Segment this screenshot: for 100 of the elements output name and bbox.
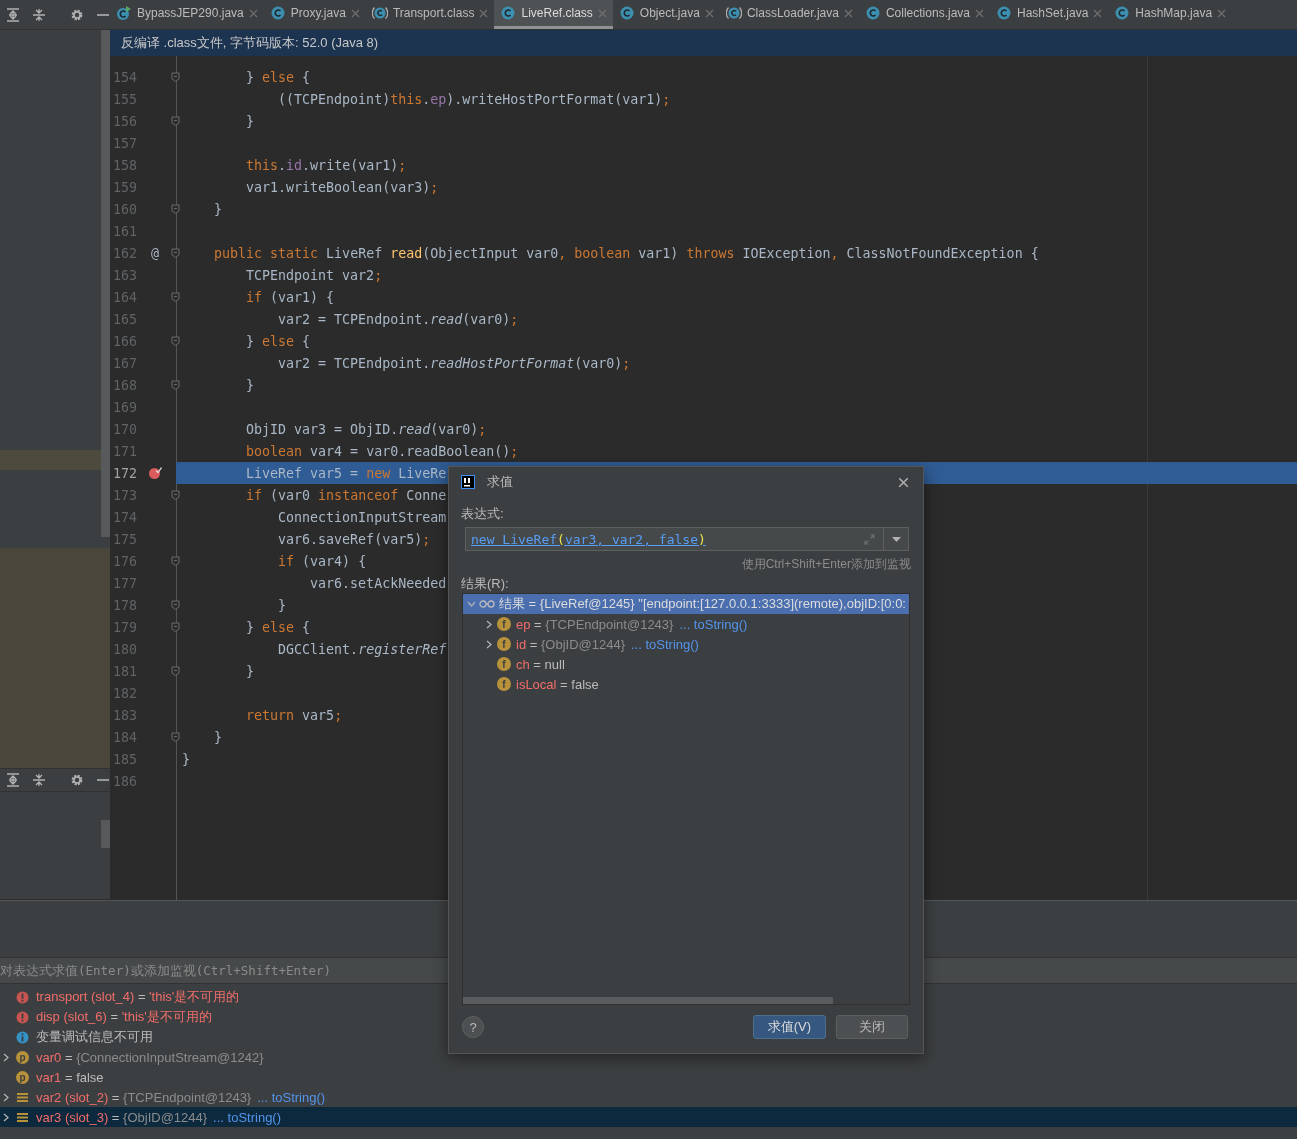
tostring-link[interactable]: ... toString() (213, 1109, 282, 1125)
fold-icon[interactable] (170, 600, 180, 610)
close-tab-icon[interactable] (350, 8, 360, 18)
close-icon[interactable] (898, 476, 909, 488)
line-number: 180 (111, 641, 138, 657)
variable-text: var3 (slot_3) = {ObjID@1244} (36, 1109, 208, 1125)
variable-row[interactable]: var2 (slot_2) = {TCPEndpoint@1243} ... toString() (0, 1087, 330, 1107)
line-number: 179 (111, 619, 138, 635)
editor-tab[interactable]: LiveRef.class (494, 0, 613, 29)
scrollbar-thumb[interactable] (101, 820, 110, 848)
dialog-title: 求值 (487, 473, 514, 491)
info-icon (16, 1030, 29, 1044)
code-line: } else { (245, 619, 311, 635)
fold-icon[interactable] (170, 336, 180, 346)
fold-icon[interactable] (170, 732, 180, 742)
line-number: 162 (111, 245, 138, 261)
result-label: 结果(R): (460, 575, 510, 593)
expand-icon[interactable] (863, 533, 875, 545)
dropdown-icon[interactable] (891, 536, 901, 542)
close-button[interactable]: 关闭 (836, 1015, 908, 1039)
code-line: } (245, 377, 255, 393)
fold-icon[interactable] (170, 248, 180, 258)
info-message: 变量调试信息不可用 (36, 1028, 153, 1046)
close-tab-icon[interactable] (975, 8, 984, 18)
editor-tab[interactable]: Object.java (612, 0, 720, 29)
collapse-all-icon[interactable] (32, 7, 46, 22)
expression-field[interactable]: new LiveRef(var3, var2, false) (465, 527, 909, 551)
tostring-link[interactable]: ... toString() (631, 636, 699, 652)
line-number: 160 (111, 201, 138, 217)
tree-row[interactable]: f ch = null (463, 654, 909, 674)
fold-icon[interactable] (170, 556, 180, 566)
breakpoint-icon[interactable] (148, 466, 162, 480)
editor-tab[interactable]: HashMap.java (1108, 0, 1233, 29)
code-line: return var5; (245, 707, 343, 723)
hint-text: 使用Ctrl+Shift+Enter添加到监视 (740, 556, 912, 571)
variable-row[interactable]: disp (slot_6) = 'this'是不可用的 (0, 1007, 216, 1027)
tostring-link[interactable]: ... toString() (257, 1089, 326, 1105)
settings-icon[interactable] (70, 773, 84, 787)
code-line: DGCClient.registerRef (277, 641, 447, 657)
fold-icon[interactable] (170, 666, 180, 676)
line-number: 183 (111, 707, 138, 723)
editor-tab[interactable]: BypassJEP290.java (110, 0, 264, 29)
editor-tab[interactable]: Proxy.java (263, 0, 366, 29)
close-tab-icon[interactable] (479, 8, 489, 18)
variable-row[interactable]: var3 (slot_3) = {ObjID@1244} ... toString() (0, 1107, 1297, 1127)
fold-icon[interactable] (170, 204, 180, 214)
expand-all-icon[interactable] (6, 773, 20, 787)
expand-all-icon[interactable] (6, 7, 20, 22)
tree-row[interactable]: f isLocal = false (463, 674, 909, 694)
field-text: isLocal = false (516, 676, 599, 692)
glasses-icon (479, 600, 495, 608)
error-icon (16, 990, 29, 1004)
close-tab-icon[interactable] (843, 8, 853, 18)
line-number: 169 (111, 399, 138, 415)
editor-tab[interactable]: ClassLoader.java (719, 0, 859, 29)
line-number: 164 (111, 289, 138, 305)
settings-icon[interactable] (70, 7, 84, 22)
code-line: var2 = TCPEndpoint.read(var0); (277, 311, 519, 327)
parameter-badge: p (16, 1050, 29, 1064)
fold-icon[interactable] (170, 72, 180, 82)
code-line: TCPEndpoint var2; (245, 267, 383, 283)
variable-row[interactable]: p var1 = false (0, 1067, 108, 1087)
tree-row[interactable]: 结果 = {LiveRef@1245} "[endpoint:[127.0.0.1:3333](remote),objID:[0:0: (463, 594, 909, 614)
close-tab-icon[interactable] (248, 8, 258, 18)
tostring-link[interactable]: ... toString() (679, 616, 748, 632)
fold-icon[interactable] (170, 490, 180, 500)
tree-row[interactable]: f ep = {TCPEndpoint@1243} ... toString() (463, 614, 909, 634)
fold-icon[interactable] (170, 380, 180, 390)
variable-row[interactable]: p var0 = {ConnectionInputStream@1242} (0, 1047, 268, 1067)
variable-row[interactable]: 变量调试信息不可用 (0, 1027, 157, 1047)
evaluate-button[interactable]: 求值(V) (752, 1015, 826, 1039)
code-line: boolean var4 = var0.readBoolean(); (245, 443, 519, 459)
error-icon (16, 1010, 29, 1024)
fold-icon[interactable] (170, 622, 180, 632)
line-number: 157 (111, 135, 138, 151)
close-tab-icon[interactable] (704, 8, 714, 18)
close-tab-icon[interactable] (1217, 8, 1227, 18)
tree-row[interactable]: f id = {ObjID@1244} ... toString() (463, 634, 909, 654)
line-number: 181 (111, 663, 138, 679)
variable-row[interactable]: transport (slot_4) = 'this'是不可用的 (0, 987, 244, 1007)
editor-tab[interactable]: Transport.class (365, 0, 495, 29)
gutter-marker[interactable]: @ (151, 245, 159, 261)
code-line: if (var1) { (245, 289, 335, 305)
field-text: ch = null (516, 656, 565, 672)
editor-tab[interactable]: HashSet.java (990, 0, 1109, 29)
fold-icon[interactable] (170, 292, 180, 302)
line-number: 178 (111, 597, 138, 613)
collapse-all-icon[interactable] (32, 773, 46, 787)
editor-tab[interactable]: Collections.java (858, 0, 990, 29)
close-tab-icon[interactable] (597, 8, 607, 18)
scrollbar-thumb[interactable] (463, 997, 833, 1004)
fold-icon[interactable] (170, 116, 180, 126)
line-number: 174 (111, 509, 138, 525)
code-line: ConnectionInputStream (277, 509, 447, 525)
line-number: 173 (111, 487, 138, 503)
abstract-class-icon (725, 5, 742, 21)
line-number: 168 (111, 377, 138, 393)
close-tab-icon[interactable] (1093, 8, 1103, 18)
scrollbar-thumb[interactable] (101, 30, 110, 537)
help-button[interactable]: ? (462, 1016, 484, 1038)
